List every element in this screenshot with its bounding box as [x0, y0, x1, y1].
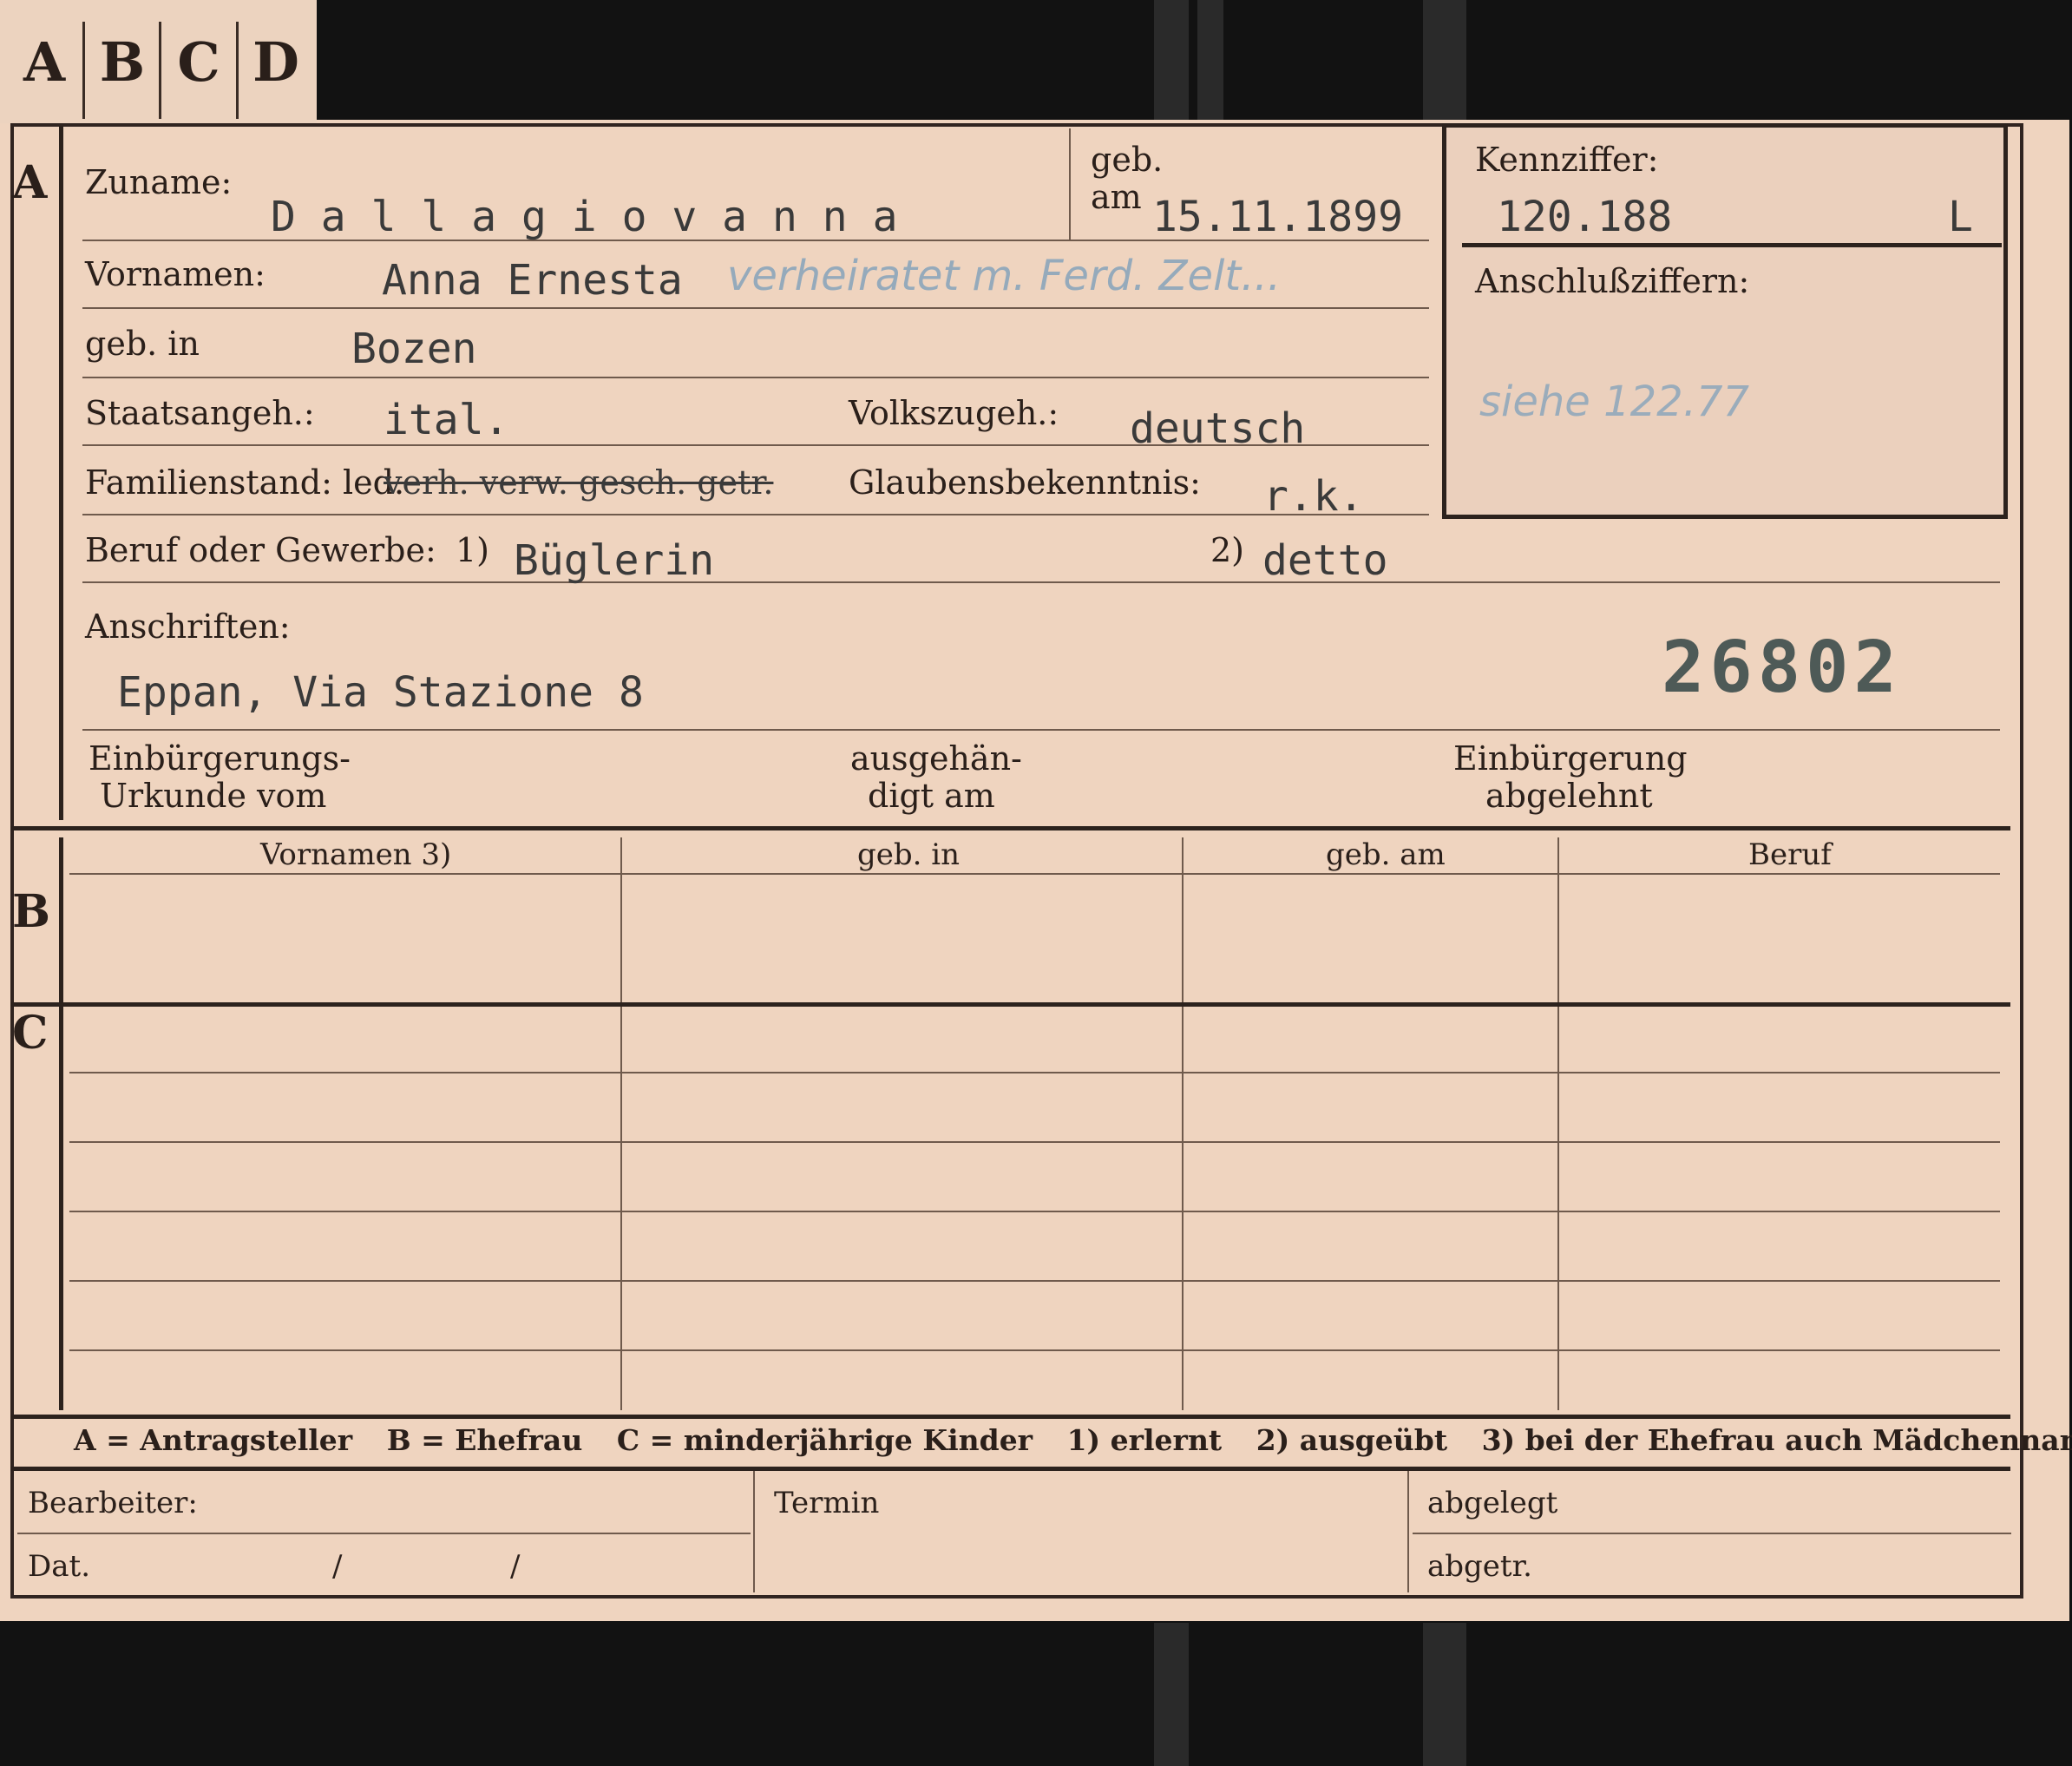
volkszugeh-label: Volkszugeh.:: [849, 394, 1059, 432]
einbuergerung-label-2: Urkunde vom: [100, 777, 327, 815]
row-line: [82, 307, 1429, 309]
tab-d[interactable]: D: [239, 9, 313, 115]
row-line: [82, 514, 1429, 515]
vornamen-label: Vornamen:: [85, 255, 266, 293]
beruf-footnote-1: 1): [456, 531, 490, 569]
table-header-beruf: Beruf: [1748, 837, 1832, 872]
am-label: am: [1091, 178, 1142, 216]
tab-b[interactable]: B: [85, 9, 160, 115]
index-tab: A B C D: [0, 0, 317, 123]
kennziffer-underline: [1462, 243, 2002, 247]
anschluss-handwritten: siehe 122.77: [1479, 377, 1750, 426]
abgelegt-label: abgelegt: [1427, 1486, 1558, 1520]
dat-slash: /: [332, 1549, 343, 1584]
legend-item: A = Antragsteller: [74, 1423, 353, 1457]
beruf-label: Beruf oder Gewerbe:: [85, 531, 436, 569]
table-row: [69, 1280, 2000, 1282]
table-row: [69, 1141, 2000, 1143]
row-line: [82, 377, 1429, 378]
table-col-divider: [620, 837, 622, 1410]
legend-item: 2) ausgeübt: [1256, 1423, 1448, 1457]
legend-item: C = minderjährige Kinder: [616, 1423, 1033, 1457]
row-line: [82, 581, 2000, 583]
scan-stripe: [1197, 0, 1223, 121]
legend-item: 1) erlernt: [1066, 1423, 1223, 1457]
table-header-vornamen: Vornamen 3): [260, 837, 452, 872]
legend-item: 3) bei der Ehefrau auch Mädchenname: [1481, 1423, 2072, 1457]
table-row: [69, 1072, 2000, 1073]
geb-in-label: geb. in: [85, 325, 200, 363]
zuname-label: Zuname:: [85, 163, 233, 201]
table-row: [69, 1349, 2000, 1351]
legend: A = Antragsteller B = Ehefrau C = minder…: [74, 1423, 2072, 1457]
legend-item: B = Ehefrau: [386, 1423, 583, 1457]
legend-top-rule: [10, 1415, 2010, 1419]
number-stamp: 26802: [1662, 627, 1902, 709]
section-divider-ab: [10, 826, 2010, 830]
staatsangeh-label: Staatsangeh.:: [85, 394, 315, 432]
familienstand-label: Familienstand: led.: [85, 463, 405, 502]
anschrift-value: Eppan, Via Stazione 8: [117, 668, 644, 717]
geb-am-value: 15.11.1899: [1152, 193, 1403, 241]
volkszugeh-value: deutsch: [1130, 404, 1306, 453]
footer-line: [1413, 1533, 2011, 1534]
vornamen-handwritten: verheiratet m. Ferd. Zelt...: [727, 252, 1282, 300]
ausgehaendigt-label-1: ausgehän-: [850, 739, 1022, 778]
scan-stripe: [1423, 1623, 1466, 1766]
table-header-geb-in: geb. in: [857, 837, 961, 872]
ausgehaendigt-label-2: digt am: [868, 777, 995, 815]
section-a-label: A: [12, 156, 48, 209]
tab-c[interactable]: C: [161, 9, 236, 115]
dat-slash: /: [510, 1549, 521, 1584]
beruf-ausgeuebt-value: detto: [1262, 536, 1388, 585]
glaubens-label: Glaubensbekenntnis:: [849, 463, 1201, 502]
zuname-value: D a l l a g i o v a n n a: [271, 193, 898, 241]
kennziffer-suffix: L: [1948, 193, 1973, 241]
kennziffer-label: Kennziffer:: [1475, 141, 1659, 179]
footer-line: [17, 1533, 751, 1534]
geb-label: geb.: [1091, 141, 1164, 179]
section-b-label: B: [12, 885, 50, 938]
abgetr-label: abgetr.: [1427, 1549, 1532, 1584]
table-header-geb-am: geb. am: [1326, 837, 1446, 872]
beruf-footnote-2: 2): [1210, 531, 1245, 569]
section-c-label: C: [12, 1007, 49, 1060]
termin-label: Termin: [774, 1486, 880, 1520]
staatsangeh-value: ital.: [384, 396, 509, 444]
beruf-erlernt-value: Büglerin: [514, 536, 715, 585]
table-header-line: [69, 873, 2000, 875]
abgelehnt-label-1: Einbürgerung: [1453, 739, 1688, 778]
kennziffer-value: 120.188: [1497, 193, 1673, 241]
geb-divider: [1069, 128, 1071, 240]
scan-stripe: [1423, 0, 1466, 121]
scan-stripe: [1154, 0, 1189, 121]
anschriften-label: Anschriften:: [85, 607, 291, 646]
legend-bottom-rule: [10, 1467, 2010, 1471]
familienstand-options-struck: verh. verw. gesch. getr.: [384, 463, 774, 502]
section-bc-rule: [59, 837, 63, 1410]
row-line: [82, 729, 2000, 731]
kennziffer-box: [1442, 123, 2008, 519]
table-col-divider: [1182, 837, 1184, 1410]
einbuergerung-label-1: Einbürgerungs-: [89, 739, 351, 778]
scan-stripe: [1154, 1623, 1189, 1766]
vornamen-value: Anna Ernesta: [382, 256, 683, 305]
bearbeiter-label: Bearbeiter:: [28, 1486, 198, 1520]
anschluss-label: Anschlußziffern:: [1475, 262, 1750, 300]
abgelehnt-label-2: abgelehnt: [1485, 777, 1653, 815]
table-row: [69, 1211, 2000, 1212]
footer-divider: [753, 1471, 755, 1592]
dat-label: Dat.: [28, 1549, 91, 1584]
glaubens-value: r.k.: [1263, 472, 1364, 521]
tab-a[interactable]: A: [7, 9, 82, 115]
geb-in-value: Bozen: [351, 325, 477, 373]
section-a-rule: [59, 126, 63, 820]
table-col-divider: [1557, 837, 1559, 1410]
section-divider-bc: [10, 1002, 2010, 1007]
footer-divider: [1407, 1471, 1409, 1592]
